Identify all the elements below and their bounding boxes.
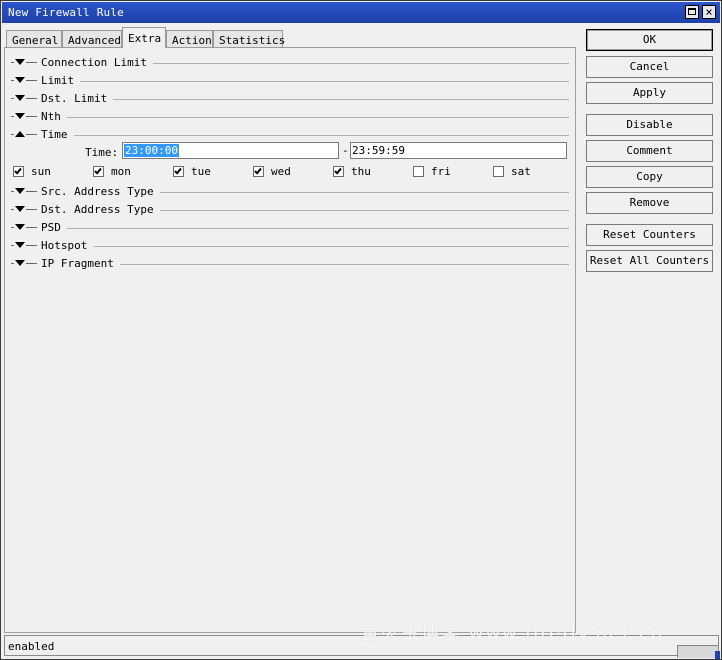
expand-arrow-icon <box>15 206 25 212</box>
collapse-arrow-icon <box>15 131 25 137</box>
watermark-text: 萤火虫博客 www.firefly.net.cn <box>361 623 665 644</box>
section-hotspot[interactable]: Hotspot <box>11 239 569 253</box>
ok-button[interactable]: OK <box>586 29 713 51</box>
cancel-button[interactable]: Cancel <box>586 56 713 78</box>
section-dst-address-type[interactable]: Dst. Address Type <box>11 203 569 217</box>
firewall-rule-window: New Firewall Rule × General Advanced Ext… <box>0 0 722 660</box>
expand-arrow-icon <box>15 95 25 101</box>
disable-button[interactable]: Disable <box>586 114 713 136</box>
time-to-value: 23:59:59 <box>352 144 405 157</box>
remove-button[interactable]: Remove <box>586 192 713 214</box>
section-dst-limit[interactable]: Dst. Limit <box>11 92 569 106</box>
checkmark-icon <box>14 166 22 175</box>
comment-button[interactable]: Comment <box>586 140 713 162</box>
time-to-input[interactable]: 23:59:59 <box>350 142 567 159</box>
tab-action[interactable]: Action <box>166 30 213 47</box>
reset-all-counters-button[interactable]: Reset All Counters <box>586 250 713 272</box>
expand-arrow-icon <box>15 224 25 230</box>
status-text: enabled <box>8 640 55 653</box>
expand-arrow-icon <box>15 260 25 266</box>
tab-advanced[interactable]: Advanced <box>62 30 122 47</box>
close-button[interactable]: × <box>702 5 716 19</box>
time-from-input[interactable]: 23:00:00 <box>122 142 339 159</box>
expand-arrow-icon <box>15 59 25 65</box>
tab-general[interactable]: General <box>6 30 62 47</box>
resize-grip-icon[interactable] <box>677 645 718 658</box>
expand-arrow-icon <box>15 242 25 248</box>
expand-arrow-icon <box>15 77 25 83</box>
time-label: Time: <box>85 146 119 159</box>
close-icon: × <box>705 5 713 19</box>
section-ip-fragment[interactable]: IP Fragment <box>11 257 569 271</box>
tab-extra[interactable]: Extra <box>122 27 166 48</box>
section-nth[interactable]: Nth <box>11 110 569 124</box>
checkmark-icon <box>174 166 182 175</box>
checkmark-icon <box>254 166 262 175</box>
section-src-address-type[interactable]: Src. Address Type <box>11 185 569 199</box>
window-title: New Firewall Rule <box>8 6 124 19</box>
reset-counters-button[interactable]: Reset Counters <box>586 224 713 246</box>
section-limit[interactable]: Limit <box>11 74 569 88</box>
extra-tab-panel: Connection Limit Limit Dst. Limit Nth Ti… <box>4 47 576 633</box>
expand-arrow-icon <box>15 113 25 119</box>
section-time[interactable]: Time <box>11 128 569 142</box>
maximize-icon <box>688 8 696 15</box>
expand-arrow-icon <box>15 188 25 194</box>
section-connection-limit[interactable]: Connection Limit <box>11 56 569 70</box>
time-separator: - <box>342 144 349 157</box>
apply-button[interactable]: Apply <box>586 82 713 104</box>
checkmark-icon <box>94 166 102 175</box>
maximize-button[interactable] <box>685 5 699 19</box>
title-bar[interactable]: New Firewall Rule × <box>2 2 720 23</box>
tab-statistics[interactable]: Statistics <box>213 30 285 47</box>
checkmark-icon <box>334 166 342 175</box>
copy-button[interactable]: Copy <box>586 166 713 188</box>
time-from-value: 23:00:00 <box>124 144 179 157</box>
section-psd[interactable]: PSD <box>11 221 569 235</box>
